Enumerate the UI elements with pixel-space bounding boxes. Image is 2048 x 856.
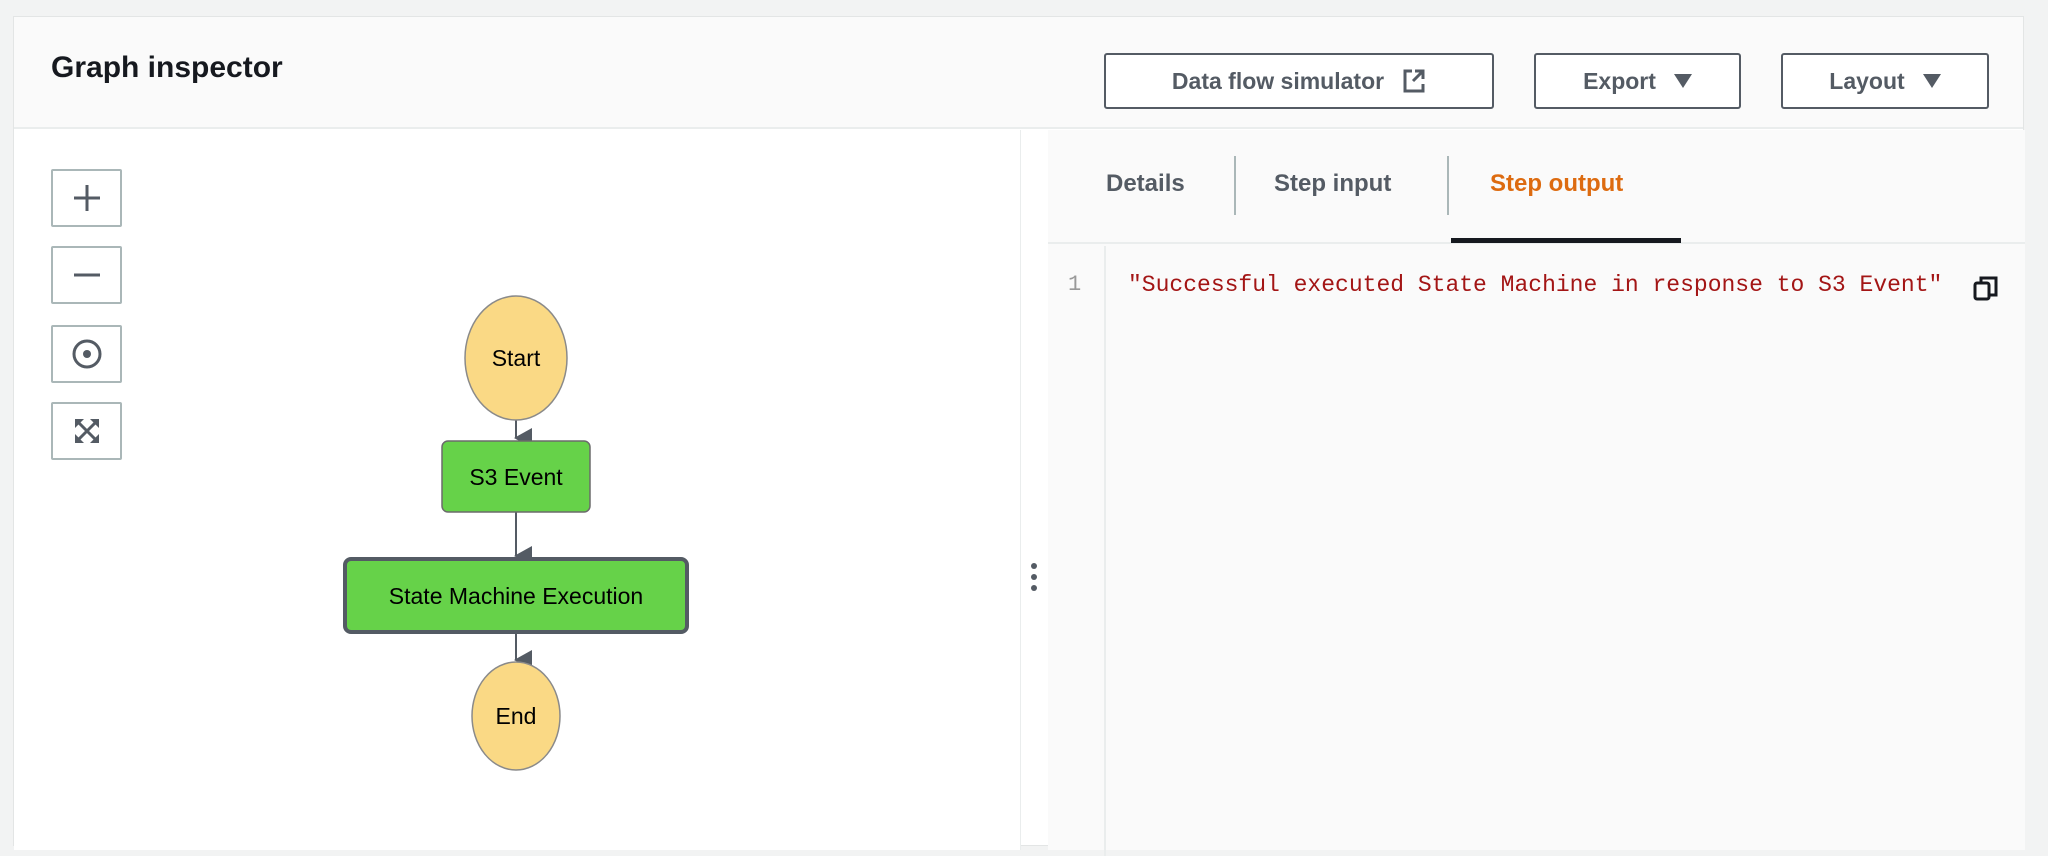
button-label: Layout	[1829, 67, 1905, 94]
tab-bar: Details Step input Step output	[1048, 130, 2025, 244]
layout-button[interactable]: Layout	[1781, 53, 1989, 109]
node-label: State Machine Execution	[389, 583, 643, 609]
tab-step-output[interactable]: Step output	[1490, 170, 1623, 198]
node-state-machine-execution[interactable]: State Machine Execution	[343, 557, 689, 634]
button-label: Data flow simulator	[1171, 67, 1385, 94]
node-s3-event[interactable]: S3 Event	[441, 440, 591, 513]
panel-title: Graph inspector	[51, 51, 283, 84]
tab-details[interactable]: Details	[1106, 170, 1185, 198]
node-label: S3 Event	[469, 464, 563, 490]
tab-divider	[1234, 156, 1236, 215]
line-gutter	[1048, 246, 1106, 856]
data-flow-simulator-button[interactable]: Data flow simulator	[1104, 53, 1494, 109]
node-label: End	[496, 703, 537, 729]
external-link-icon	[1403, 69, 1425, 93]
tab-step-input[interactable]: Step input	[1274, 170, 1391, 198]
line-number: 1	[1068, 272, 1082, 297]
resize-handle[interactable]	[1031, 563, 1037, 596]
node-end[interactable]: End	[471, 661, 561, 771]
caret-down-icon	[1922, 74, 1941, 88]
state-machine-graph: Start S3 Event State Machine Execution E…	[343, 295, 689, 771]
node-label: Start	[492, 345, 541, 371]
graph-canvas[interactable]: Start S3 Event State Machine Execution E…	[14, 130, 1021, 850]
code-output[interactable]: "Successful executed State Machine in re…	[1128, 272, 1942, 298]
panel-header: Graph inspector Data flow simulator Expo…	[14, 17, 2023, 129]
graph-inspector-panel: Graph inspector Data flow simulator Expo…	[13, 16, 2025, 856]
details-pane: Details Step input Step output 1 "Succes…	[1048, 130, 2025, 856]
tab-divider	[1447, 156, 1449, 215]
copy-icon[interactable]	[1972, 274, 2000, 302]
node-start[interactable]: Start	[464, 295, 568, 421]
export-button[interactable]: Export	[1534, 53, 1741, 109]
caret-down-icon	[1673, 74, 1692, 88]
button-label: Export	[1583, 67, 1656, 94]
active-tab-indicator	[1451, 238, 1681, 243]
